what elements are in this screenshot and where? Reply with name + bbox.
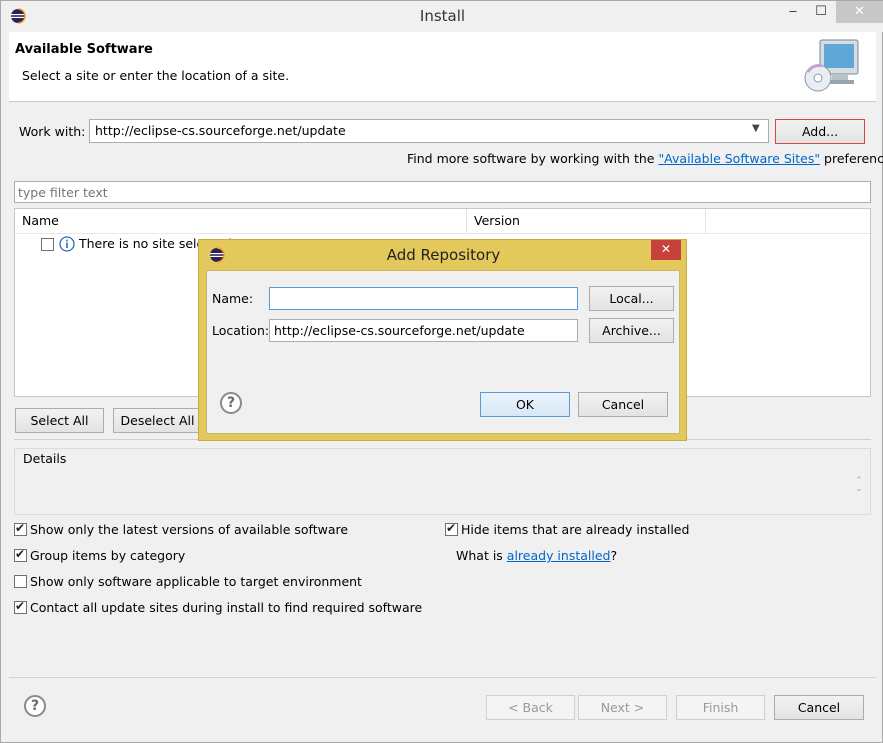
install-software-icon — [804, 39, 859, 92]
what-is-installed: What is already installed? — [456, 548, 617, 563]
work-with-combo[interactable]: http://eclipse-cs.sourceforge.net/update… — [89, 119, 769, 143]
target-environment-label: Show only software applicable to target … — [30, 574, 362, 589]
name-label: Name: — [212, 291, 254, 306]
location-value: http://eclipse-cs.sourceforge.net/update — [274, 323, 525, 338]
option-group-by-category[interactable]: Group items by category — [14, 547, 434, 566]
window-title: Install — [419, 7, 466, 25]
select-all-button[interactable]: Select All — [15, 408, 104, 433]
dialog-title: Add Repository — [386, 246, 501, 264]
next-button[interactable]: Next > — [578, 695, 667, 720]
contact-sites-label: Contact all update sites during install … — [30, 600, 423, 615]
option-target-environment[interactable]: Show only software applicable to target … — [14, 574, 434, 592]
back-button[interactable]: < Back — [486, 695, 575, 720]
ok-button[interactable]: OK — [480, 392, 570, 417]
filter-input[interactable] — [14, 181, 871, 203]
minimize-button[interactable]: ‒ — [779, 1, 807, 23]
header-banner: Available Software Select a site or ente… — [9, 32, 876, 102]
what-is-prefix: What is — [456, 548, 507, 563]
local-button[interactable]: Local... — [589, 286, 674, 311]
info-icon — [59, 236, 75, 252]
name-field[interactable] — [269, 287, 578, 310]
deselect-all-button[interactable]: Deselect All — [113, 408, 202, 433]
find-more-suffix: preferences. — [824, 151, 883, 166]
title-bar: Install ‒ ☐ ✕ — [1, 1, 883, 32]
footer-separator — [9, 677, 876, 678]
latest-versions-checkbox[interactable] — [14, 521, 27, 536]
details-label: Details — [23, 451, 67, 466]
location-field[interactable]: http://eclipse-cs.sourceforge.net/update — [269, 319, 578, 342]
latest-versions-label: Show only the latest versions of availab… — [30, 522, 349, 537]
dialog-close-button[interactable]: ✕ — [651, 240, 681, 260]
location-label: Location: — [212, 323, 270, 338]
details-group: Details ⌃ ⌄ — [14, 448, 871, 515]
maximize-button[interactable]: ☐ — [807, 1, 835, 23]
help-icon[interactable]: ? — [24, 695, 46, 717]
column-name[interactable]: Name — [15, 209, 467, 233]
find-more-prefix: Find more software by working with the — [407, 151, 659, 166]
work-with-value: http://eclipse-cs.sourceforge.net/update — [95, 123, 346, 138]
option-contact-sites[interactable]: Contact all update sites during install … — [14, 599, 434, 618]
page-subtitle: Select a site or enter the location of a… — [22, 68, 290, 83]
close-button[interactable]: ✕ — [836, 1, 883, 23]
option-latest-versions[interactable]: Show only the latest versions of availab… — [14, 521, 434, 540]
group-by-category-checkbox[interactable] — [14, 547, 27, 562]
finish-button[interactable]: Finish — [676, 695, 765, 720]
column-version[interactable]: Version — [467, 209, 706, 233]
work-with-label: Work with: — [19, 124, 86, 139]
cancel-button[interactable]: Cancel — [774, 695, 864, 720]
page-title: Available Software — [15, 42, 153, 57]
contact-sites-checkbox[interactable] — [14, 599, 27, 614]
dialog-body: Name: Local... Location: http://eclipse-… — [206, 270, 680, 434]
help-icon[interactable]: ? — [220, 392, 242, 414]
already-installed-link[interactable]: already installed — [507, 548, 611, 563]
target-environment-checkbox[interactable] — [14, 575, 27, 588]
chevron-down-icon[interactable]: ▼ — [752, 123, 760, 134]
row-checkbox[interactable] — [41, 238, 54, 251]
archive-button[interactable]: Archive... — [589, 318, 674, 343]
install-window: Install ‒ ☐ ✕ Available Software Select … — [0, 0, 883, 743]
find-more-text: Find more software by working with the "… — [407, 151, 883, 166]
group-by-category-label: Group items by category — [30, 548, 186, 563]
dialog-cancel-button[interactable]: Cancel — [578, 392, 668, 417]
add-repository-dialog: Add Repository ✕ Name: Local... Location… — [198, 239, 687, 441]
available-software-sites-link[interactable]: "Available Software Sites" — [658, 151, 820, 166]
hide-installed-checkbox[interactable] — [445, 521, 458, 536]
what-is-suffix: ? — [610, 548, 618, 563]
add-button[interactable]: Add... — [775, 119, 865, 144]
option-hide-installed[interactable]: Hide items that are already installed — [445, 521, 865, 540]
details-scrollbar[interactable]: ⌃ ⌄ — [853, 477, 865, 495]
hide-installed-label: Hide items that are already installed — [461, 522, 690, 537]
